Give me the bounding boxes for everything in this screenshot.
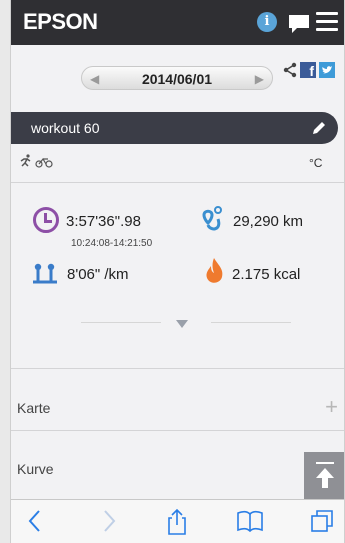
hamburger-menu-icon[interactable] [316,12,338,32]
section-label: Kurve [17,461,54,477]
tabs-icon[interactable] [309,508,335,534]
app-frame: EPSON i ◀ 2014/06/01 ▶ f workout 60 °C 3… [10,0,345,543]
next-date-button[interactable]: ▶ [255,72,264,86]
back-icon[interactable] [25,508,45,534]
workout-title: workout 60 [31,120,100,136]
bike-icon [35,157,53,168]
bookmarks-icon[interactable] [235,508,265,534]
section-label: Karte [17,400,51,416]
expand-triangle-icon[interactable] [176,320,188,328]
distance: 29,290 km [233,213,304,230]
workout-title-bar[interactable]: workout 60 [11,112,338,144]
section-map[interactable]: Karte + [11,376,344,436]
pace: 8'06" /km [67,266,129,283]
running-icon [20,154,31,167]
total-time: 3:57'36".98 [66,213,141,230]
chat-bubble-icon[interactable] [288,14,310,34]
browser-toolbar [11,499,344,543]
app-header: EPSON i [11,0,344,45]
arrow-up-icon [316,468,334,488]
pace-icon [33,263,57,284]
date-navigator: ◀ 2014/06/01 ▶ [81,66,273,90]
divider [11,430,344,431]
route-icon [202,206,222,231]
divider [81,322,161,323]
divider [211,322,291,323]
calories: 2.175 kcal [232,266,301,283]
epson-logo: EPSON [23,9,98,34]
flame-icon [206,258,223,283]
time-range: 10:24:08-14:21:50 [71,238,153,249]
divider [11,182,344,183]
section-graph[interactable]: Kurve + [11,437,344,497]
share-sheet-icon[interactable] [165,508,189,536]
facebook-icon[interactable]: f [300,62,316,79]
pencil-icon[interactable] [310,119,328,137]
forward-icon[interactable] [99,508,119,534]
temperature-unit: °C [309,156,323,170]
divider [11,368,344,369]
clock-icon [33,207,59,233]
plus-icon[interactable]: + [325,394,338,420]
share-icon[interactable] [282,62,298,78]
current-date: 2014/06/01 [141,71,213,87]
info-icon[interactable]: i [257,12,277,32]
twitter-icon[interactable] [319,62,335,78]
scroll-to-top-button[interactable] [304,452,344,500]
